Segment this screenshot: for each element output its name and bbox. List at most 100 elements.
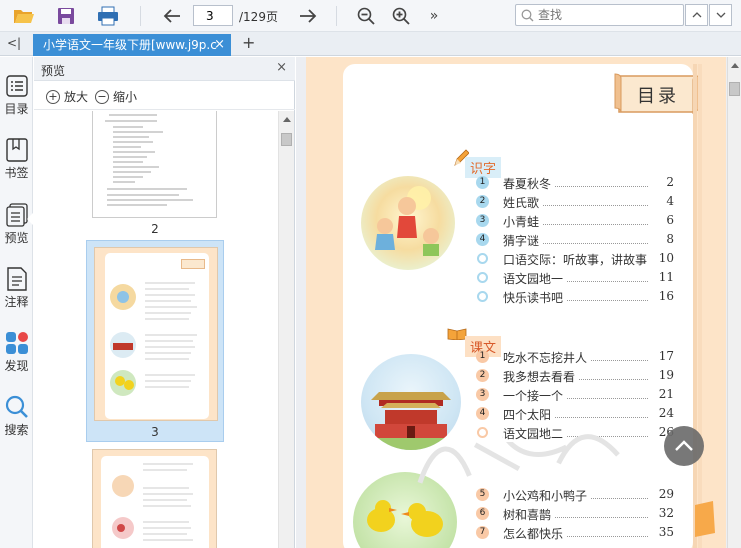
toc-entry-bullet-icon <box>477 291 488 302</box>
scroll-thumb[interactable] <box>281 133 292 146</box>
toc-entry-title: 快乐读书吧 <box>503 289 567 306</box>
zoom-out-icon[interactable] <box>354 4 378 28</box>
panel-close-icon[interactable]: × <box>276 60 287 75</box>
toc-entry-title: 一个接一个 <box>503 387 567 404</box>
toc-entry[interactable]: 口语交际：听故事，讲故事 10 <box>343 250 693 268</box>
preview-icon <box>5 202 29 228</box>
page-4-thumbnail-art <box>112 463 193 541</box>
plus-icon: + <box>46 89 60 104</box>
scroll-thumb[interactable] <box>729 82 740 96</box>
more-tools-icon[interactable]: » <box>422 4 446 28</box>
page-number-input[interactable] <box>193 5 233 26</box>
toc-entry[interactable]: 快乐读书吧 16 <box>343 288 693 306</box>
toc-entry[interactable]: 3 一个接一个 21 <box>343 386 693 404</box>
document-scrollbar[interactable] <box>727 57 741 548</box>
toc-entry[interactable]: 2 我多想去看看 19 <box>343 367 693 385</box>
toc-entry[interactable]: 1 吃水不忘挖井人 17 <box>343 348 693 366</box>
toc-entry[interactable]: 4 猜字谜 8 <box>343 231 693 249</box>
thumb-zoom-out-button[interactable]: − 缩小 <box>95 88 137 105</box>
thumbnail-page-4[interactable] <box>92 449 217 548</box>
scroll-up-arrow-icon[interactable] <box>731 62 739 68</box>
search-icon <box>5 394 29 420</box>
left-sidebar: 目录 书签 预览 注释 发现 搜索 <box>0 57 33 548</box>
tab-document[interactable]: 小学语文一年级下册[www.j9p.c × <box>33 34 231 56</box>
search-box[interactable] <box>515 4 684 26</box>
toc-entry-page: 6 <box>648 213 674 227</box>
toc-entry-title: 小公鸡和小鸭子 <box>503 487 591 504</box>
toc-entry-title: 春夏秋冬 <box>503 175 555 192</box>
print-icon[interactable] <box>96 4 120 28</box>
page-corner-flag <box>695 501 715 537</box>
toc-entry[interactable]: 2 姓氏歌 4 <box>343 193 693 211</box>
chevron-up-icon <box>675 440 693 451</box>
sidebar-item-discover[interactable]: 发现 <box>0 330 33 374</box>
toc-entry-number: 2 <box>476 195 489 208</box>
toc-entry-page: 35 <box>648 525 674 539</box>
toc-entry[interactable]: 4 四个太阳 24 <box>343 405 693 423</box>
sidebar-item-label: 发现 <box>4 359 29 373</box>
scroll-to-top-button[interactable] <box>664 426 704 466</box>
toc-entry-page: 19 <box>648 368 674 382</box>
toc-entry-title: 小青蛙 <box>503 213 543 230</box>
sidebar-item-label: 书签 <box>4 166 29 180</box>
book-icon <box>447 328 467 340</box>
chevron-down-icon <box>716 12 725 18</box>
toc-entry-number: 4 <box>476 407 489 420</box>
thumbnail-page-3-selected[interactable] <box>86 240 224 442</box>
toc-entry-number: 7 <box>476 526 489 539</box>
search-prev-button[interactable] <box>685 4 708 26</box>
collapse-sidebar-button[interactable]: <| <box>7 36 21 50</box>
thumbnail-scrollbar[interactable] <box>278 111 294 548</box>
toc-title: 目录 <box>637 86 679 107</box>
active-pointer <box>27 213 33 225</box>
search-input[interactable] <box>538 7 678 23</box>
sidebar-item-toc[interactable]: 目录 <box>0 73 33 117</box>
sidebar-item-bookmarks[interactable]: 书签 <box>0 137 33 181</box>
toc-entry-title: 猜字谜 <box>503 232 543 249</box>
save-icon[interactable] <box>54 4 78 28</box>
scroll-up-arrow-icon[interactable] <box>283 116 291 122</box>
toc-entry-page: 29 <box>648 487 674 501</box>
prev-page-icon[interactable] <box>160 4 184 28</box>
toc-entry-page: 10 <box>648 251 674 265</box>
apps-grid-icon <box>5 330 29 356</box>
toc-title-banner: 目录 <box>613 70 701 118</box>
sidebar-item-label: 目录 <box>4 102 29 116</box>
toc-entry-page: 16 <box>648 289 674 303</box>
thumb-zoom-in-button[interactable]: + 放大 <box>46 88 88 105</box>
toc-entry-title: 树和喜鹊 <box>503 506 555 523</box>
toc-entry[interactable]: 3 小青蛙 6 <box>343 212 693 230</box>
sidebar-item-label: 搜索 <box>4 423 29 437</box>
toc-entry[interactable]: 1 春夏秋冬 2 <box>343 174 693 192</box>
tab-close-icon[interactable]: × <box>214 34 225 56</box>
toc-entry-page: 32 <box>648 506 674 520</box>
thumbnail-page-2[interactable] <box>92 111 217 218</box>
toc-entry-number: 4 <box>476 233 489 246</box>
toc-entry[interactable]: 语文园地二 26 <box>343 424 693 442</box>
search-next-button[interactable] <box>709 4 732 26</box>
toc-entry-title: 怎么都快乐 <box>503 525 567 542</box>
document-page: 目录 识字 1 春夏秋冬 2 2 姓氏歌 4 3 小青蛙 6 4 猜字谜 8 口语交际：听故事，讲故事 1… <box>306 57 726 548</box>
toc-entry-page: 21 <box>648 387 674 401</box>
sidebar-item-label: 预览 <box>4 231 29 245</box>
zoom-in-icon[interactable] <box>389 4 413 28</box>
open-folder-icon[interactable] <box>12 4 36 28</box>
page-2-text-lines <box>105 114 193 206</box>
tab-bar: <| 小学语文一年级下册[www.j9p.c × + <box>0 32 741 56</box>
next-page-icon[interactable] <box>296 4 320 28</box>
minus-icon: − <box>95 89 109 104</box>
main-toolbar: /129页 » <box>0 0 741 32</box>
toc-entry[interactable]: 语文园地一 11 <box>343 269 693 287</box>
toc-entry-page: 24 <box>648 406 674 420</box>
toc-entry-title: 姓氏歌 <box>503 194 543 211</box>
page-edge <box>698 64 702 548</box>
new-tab-button[interactable]: + <box>242 33 255 52</box>
toc-entry-number: 2 <box>476 369 489 382</box>
toc-entry-number: 3 <box>476 388 489 401</box>
page-total-label: /129页 <box>239 10 278 24</box>
sidebar-item-search[interactable]: 搜索 <box>0 394 33 438</box>
thumbnail-list: 2 3 <box>34 111 277 548</box>
sidebar-item-annotations[interactable]: 注释 <box>0 266 33 310</box>
thumbnail-number: 2 <box>151 222 159 236</box>
panel-title: 预览 <box>41 64 66 78</box>
